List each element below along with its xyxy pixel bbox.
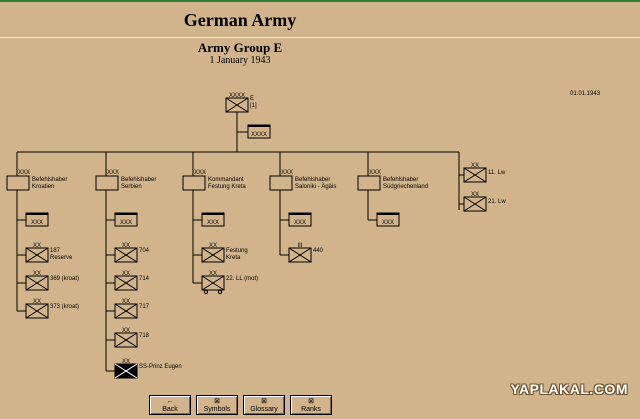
column-hq-2-bar (202, 213, 224, 215)
back-arrow-icon: ← (166, 397, 174, 405)
glossary-button[interactable]: ⊠ Glossary (243, 395, 285, 415)
command-label-4-1: Südgriechenland (383, 184, 428, 190)
army-group-label: E (250, 96, 254, 102)
unit-label-1-2-0: 717 (139, 304, 150, 310)
watermark: YAPLAKAL.COM (510, 381, 628, 397)
unit-label-1-4-0: SS-Prinz Eugen (139, 364, 182, 370)
command-box-4 (357, 175, 381, 191)
lw-label-0: 11. Lw (488, 170, 506, 176)
army-group-hq-strength: XXXX (251, 132, 267, 138)
unit-label-0-0-0: 187 (50, 248, 61, 254)
unit-label-1-3-0: 718 (139, 333, 150, 339)
back-button[interactable]: ← Back (149, 395, 191, 415)
command-label-2-0: Kommandant (208, 177, 244, 183)
ranks-button[interactable]: ⊠ Ranks (290, 395, 332, 415)
column-strength-3: XXX (281, 170, 293, 176)
unit-label-2-0-0: Festung (226, 248, 248, 254)
column-strength-4: XXX (369, 170, 381, 176)
command-box-0 (6, 175, 30, 191)
column-hq-4-strength: XXX (382, 220, 394, 226)
unit-label-0-2-0: 373 (kroat) (50, 304, 79, 310)
unit-label-2-0-1: Kreta (226, 255, 241, 261)
command-label-1-1: Serbien (121, 184, 142, 190)
column-hq-0-bar (26, 213, 48, 215)
glossary-button-label: Glossary (250, 405, 278, 413)
symbols-button[interactable]: ⊠ Symbols (196, 395, 238, 415)
column-hq-4-bar (377, 213, 399, 215)
column-strength-0: XXX (18, 170, 30, 176)
column-strength-1: XXX (107, 170, 119, 176)
ranks-button-label: Ranks (301, 405, 321, 413)
command-label-0-0: Befehlshaber (32, 177, 67, 183)
column-strength-2: XXX (194, 170, 206, 176)
unit-label-0-0-1: Reserve (50, 255, 73, 261)
symbols-button-label: Symbols (203, 405, 231, 413)
unit-label-3-0-0: 440 (313, 248, 324, 254)
unit-label-1-1-0: 714 (139, 276, 150, 282)
column-hq-1-bar (115, 213, 137, 215)
ranks-icon: ⊠ (308, 397, 314, 405)
column-hq-3-strength: XXX (294, 220, 306, 226)
column-hq-2-strength: XXX (207, 220, 219, 226)
column-hq-0-strength: XXX (31, 220, 43, 226)
unit-label-1-0-0: 704 (139, 248, 150, 254)
unit-label-0-1-0: 369 (kroat) (50, 276, 79, 282)
back-button-label: Back (162, 405, 178, 413)
command-label-2-1: Festung Kreta (208, 184, 246, 190)
command-label-4-0: Befehlshaber (383, 177, 418, 183)
command-box-1 (95, 175, 119, 191)
command-box-3 (269, 175, 293, 191)
glossary-icon: ⊠ (261, 397, 267, 405)
column-hq-3-bar (289, 213, 311, 215)
unit-wheel-a (203, 289, 209, 295)
command-box-2 (182, 175, 206, 191)
command-label-1-0: Befehlshaber (121, 177, 156, 183)
command-label-3-1: Saloniki - Ägäis (295, 183, 336, 190)
column-hq-1-strength: XXX (120, 220, 132, 226)
unit-label-2-1-0: 22. LL (mot) (226, 276, 258, 282)
symbols-icon: ⊠ (214, 397, 220, 405)
command-label-3-0: Befehlshaber (295, 177, 330, 183)
unit-wheel-b (217, 289, 223, 295)
order-of-battle-chart: XXXX E[1]XXXXXXXBefehlshaberKroatienXXXXX… (6, 93, 506, 379)
army-group-sub: [1] (250, 103, 257, 109)
army-group-hq-bar (248, 125, 270, 127)
command-label-0-1: Kroatien (32, 184, 54, 190)
lw-label-1: 21. Lw (488, 199, 506, 205)
